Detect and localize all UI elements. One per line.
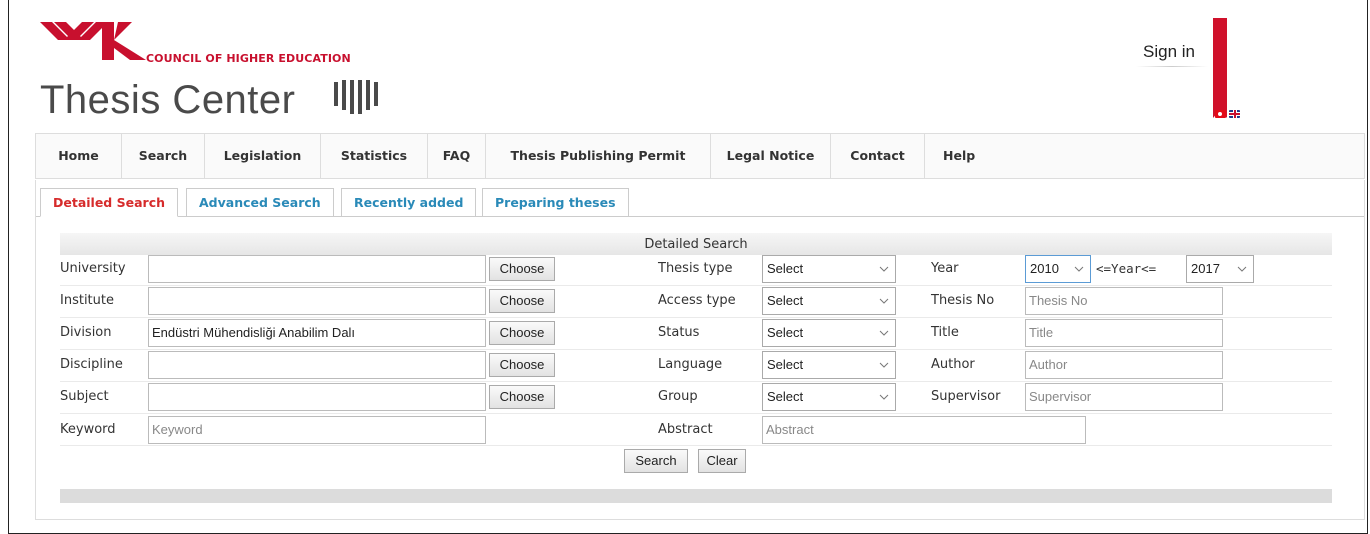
panel-heading: Detailed Search [60,233,1332,255]
thesis-type-select[interactable]: Select [762,255,896,283]
abstract-input[interactable]: Abstract [762,416,1086,444]
chevron-down-icon [879,298,889,304]
nav-legislation[interactable]: Legislation [205,134,321,178]
university-input[interactable] [148,255,486,283]
clear-button[interactable]: Clear [698,449,746,473]
supervisor-label: Supervisor [931,389,1001,404]
search-tabs-container: Detailed Search Advanced Search Recently… [35,180,1365,520]
subject-choose-button[interactable]: Choose [489,385,555,409]
thesis-type-selected: Select [767,261,804,276]
row-divider [60,413,1332,414]
year-to-select[interactable]: 2017 [1186,255,1254,283]
nav-thesis-publishing-permit[interactable]: Thesis Publishing Permit [486,134,711,178]
row-divider [60,317,1332,318]
nav-statistics[interactable]: Statistics [321,134,428,178]
site-title: Thesis Center [40,78,296,122]
chevron-down-icon [1074,266,1084,272]
language-select[interactable]: Select [762,351,896,379]
row-divider [60,445,1332,446]
nav-home[interactable]: Home [36,134,122,178]
chevron-down-icon [879,266,889,272]
main-nav: Home Search Legislation Statistics FAQ T… [35,133,1365,179]
keyword-label: Keyword [60,422,116,437]
group-selected: Select [767,389,804,404]
discipline-input[interactable] [148,351,486,379]
status-label: Status [658,325,700,340]
row-divider [60,381,1332,382]
author-label: Author [931,357,975,372]
title-label: Title [931,325,959,340]
council-title: COUNCIL OF HIGHER EDUCATION [146,52,351,65]
nav-contact[interactable]: Contact [831,134,925,178]
supervisor-input[interactable]: Supervisor [1025,383,1223,411]
keyword-input[interactable]: Keyword [148,416,486,444]
english-flag-icon[interactable] [1229,110,1240,118]
sign-in-link[interactable]: Sign in [1143,42,1195,62]
tab-recently-added[interactable]: Recently added [341,188,477,217]
tab-detailed-search[interactable]: Detailed Search [40,188,178,217]
thesis-no-label: Thesis No [931,293,995,308]
thesis-no-input[interactable]: Thesis No [1025,287,1223,315]
title-input[interactable]: Title [1025,319,1223,347]
university-label: University [60,261,126,276]
institute-choose-button[interactable]: Choose [489,289,555,313]
subject-input[interactable] [148,383,486,411]
university-choose-button[interactable]: Choose [489,257,555,281]
chevron-down-icon [879,362,889,368]
access-type-selected: Select [767,293,804,308]
tab-preparing-theses[interactable]: Preparing theses [482,188,629,217]
turkish-flag-icon[interactable] [1215,110,1226,118]
nav-legal-notice[interactable]: Legal Notice [711,134,831,178]
division-choose-button[interactable]: Choose [489,321,555,345]
thesis-type-label: Thesis type [658,261,733,276]
nav-faq[interactable]: FAQ [428,134,486,178]
status-selected: Select [767,325,804,340]
group-select[interactable]: Select [762,383,896,411]
row-divider [60,349,1332,350]
row-divider [60,285,1332,286]
detailed-search-panel: Detailed Search University Choose Instit… [60,233,1332,503]
panel-footer-bar [60,489,1332,503]
access-type-label: Access type [658,293,736,308]
chevron-down-icon [879,394,889,400]
sign-in-underline [1136,66,1208,67]
author-input[interactable]: Author [1025,351,1223,379]
subject-label: Subject [60,389,109,404]
nav-help[interactable]: Help [925,134,1362,178]
tab-advanced-search[interactable]: Advanced Search [186,188,334,217]
division-label: Division [60,325,112,340]
group-label: Group [658,389,698,404]
access-type-select[interactable]: Select [762,287,896,315]
ribbon-bookmark-icon [1213,18,1227,118]
search-button[interactable]: Search [624,449,688,473]
year-from-selected: 2010 [1030,261,1059,276]
language-selected: Select [767,357,804,372]
abstract-label: Abstract [658,422,713,437]
chevron-down-icon [879,330,889,336]
nav-search[interactable]: Search [122,134,205,178]
book-logo-icon [334,80,378,114]
division-input[interactable]: Endüstri Mühendisliği Anabilim Dalı [148,319,486,347]
status-select[interactable]: Select [762,319,896,347]
year-to-selected: 2017 [1191,261,1220,276]
year-from-select[interactable]: 2010 [1025,255,1091,283]
institute-input[interactable] [148,287,486,315]
yok-logo-icon [40,22,146,60]
discipline-choose-button[interactable]: Choose [489,353,555,377]
chevron-down-icon [1237,266,1247,272]
language-label: Language [658,357,723,372]
discipline-label: Discipline [60,357,123,372]
institute-label: Institute [60,293,114,308]
year-label: Year [931,261,959,276]
year-range-separator: <=Year<= [1096,261,1157,276]
